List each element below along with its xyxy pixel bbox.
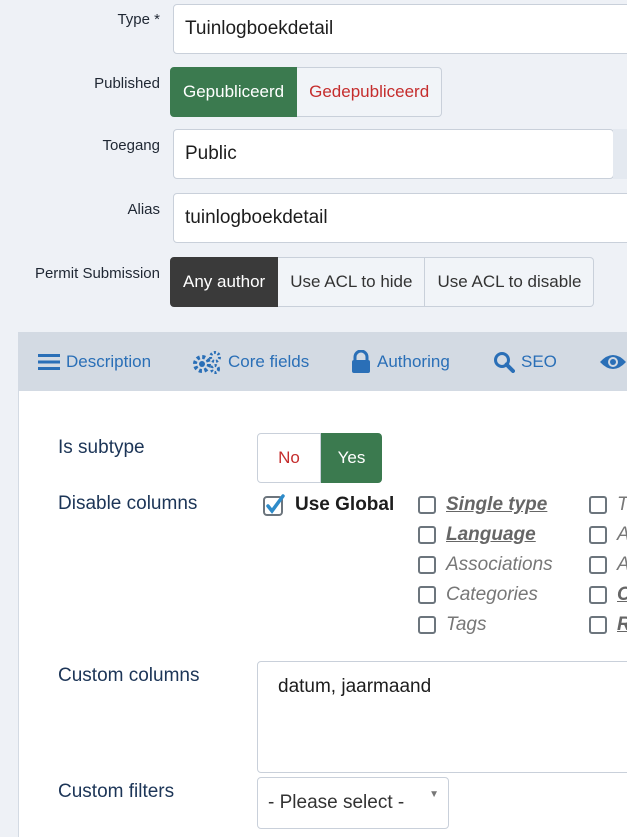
column-option-tags[interactable]: Tags	[418, 614, 487, 636]
checkbox[interactable]	[418, 616, 436, 634]
acl-hide-button[interactable]: Use ACL to hide	[278, 257, 426, 307]
checkbox[interactable]	[589, 526, 607, 544]
checkbox[interactable]	[418, 556, 436, 574]
column-option-label: T	[617, 494, 627, 516]
disable-columns-label: Disable columns	[58, 493, 198, 514]
unpublished-button[interactable]: Gedepubliceerd	[297, 67, 443, 117]
chevron-down-icon: ▼	[429, 789, 439, 800]
permit-submission-label: Permit Submission	[34, 265, 160, 282]
tab-authoring[interactable]: Authoring	[351, 332, 450, 392]
tab-core-fields-label: Core fields	[228, 352, 310, 371]
list-icon	[38, 354, 60, 370]
column-option-label: C	[617, 584, 627, 606]
published-label: Published	[94, 75, 160, 92]
custom-columns-textarea[interactable]: datum, jaarmaand	[257, 661, 627, 773]
custom-columns-value: datum, jaarmaand	[278, 676, 432, 697]
tab-preview[interactable]	[599, 332, 627, 392]
tab-core-fields[interactable]: Core fields	[192, 332, 309, 392]
column-option-associations[interactable]: Associations	[418, 554, 553, 576]
column-option-label: Tags	[446, 614, 487, 635]
column-option-language[interactable]: Language	[418, 524, 536, 546]
acl-disable-button[interactable]: Use ACL to disable	[425, 257, 595, 307]
column-option-t[interactable]: T	[589, 494, 627, 516]
subtype-yes-button[interactable]: Yes	[321, 433, 382, 483]
checkbox[interactable]	[589, 556, 607, 574]
checkbox[interactable]	[418, 586, 436, 604]
checkbox[interactable]	[589, 586, 607, 604]
custom-filters-label: Custom filters	[58, 781, 175, 802]
column-option-categories[interactable]: Categories	[418, 584, 538, 606]
published-toggle: Gepubliceerd Gedepubliceerd	[170, 67, 443, 117]
custom-columns-label: Custom columns	[58, 665, 200, 686]
permit-submission-toggle: Any author Use ACL to hide Use ACL to di…	[170, 257, 595, 307]
is-subtype-toggle: No Yes	[257, 433, 382, 483]
column-option-label: Associations	[446, 554, 553, 575]
column-option-label: A	[617, 524, 627, 546]
gears-icon	[193, 351, 221, 374]
lock-icon	[352, 350, 370, 373]
checkbox[interactable]	[589, 496, 607, 514]
column-option-label: Categories	[446, 584, 538, 605]
eye-icon	[600, 355, 626, 369]
alias-field[interactable]: tuinlogboekdetail	[173, 193, 627, 243]
checkbox[interactable]	[418, 496, 436, 514]
checkbox[interactable]	[418, 526, 436, 544]
use-global-option[interactable]: Use Global	[263, 494, 394, 516]
column-option-a1[interactable]: A	[589, 524, 627, 546]
any-author-button[interactable]: Any author	[170, 257, 279, 307]
custom-filters-placeholder: - Please select -	[268, 792, 405, 813]
tab-seo[interactable]: SEO	[493, 332, 557, 392]
tab-description[interactable]: Description	[38, 332, 151, 392]
alias-label: Alias	[127, 201, 160, 218]
column-option-label: Language	[446, 524, 536, 545]
column-option-a2[interactable]: A	[589, 554, 627, 576]
access-select[interactable]: Public	[173, 129, 614, 179]
type-field[interactable]: Tuinlogboekdetail	[173, 4, 627, 54]
column-option-r[interactable]: R	[589, 614, 627, 636]
access-label: Toegang	[102, 137, 160, 154]
custom-filters-select[interactable]: - Please select - ▼	[257, 777, 449, 829]
search-icon	[494, 352, 515, 373]
published-button[interactable]: Gepubliceerd	[170, 67, 298, 117]
type-label: Type *	[117, 11, 160, 28]
column-option-label: A	[617, 554, 627, 576]
checkbox[interactable]	[589, 616, 607, 634]
access-select-edge	[613, 129, 627, 179]
column-option-label: Single type	[446, 494, 548, 515]
tab-authoring-label: Authoring	[377, 352, 450, 371]
tab-description-label: Description	[66, 352, 152, 371]
column-option-single-type[interactable]: Single type	[418, 494, 547, 516]
is-subtype-label: Is subtype	[58, 437, 145, 458]
subtype-no-button[interactable]: No	[257, 433, 321, 483]
column-option-label: R	[617, 614, 627, 636]
use-global-label: Use Global	[295, 494, 395, 515]
checked-checkbox-icon[interactable]	[263, 494, 285, 516]
column-option-c[interactable]: C	[589, 584, 627, 606]
tabs-bar: Description Core fields Authoring SEO	[18, 332, 627, 392]
tab-seo-label: SEO	[521, 352, 557, 371]
